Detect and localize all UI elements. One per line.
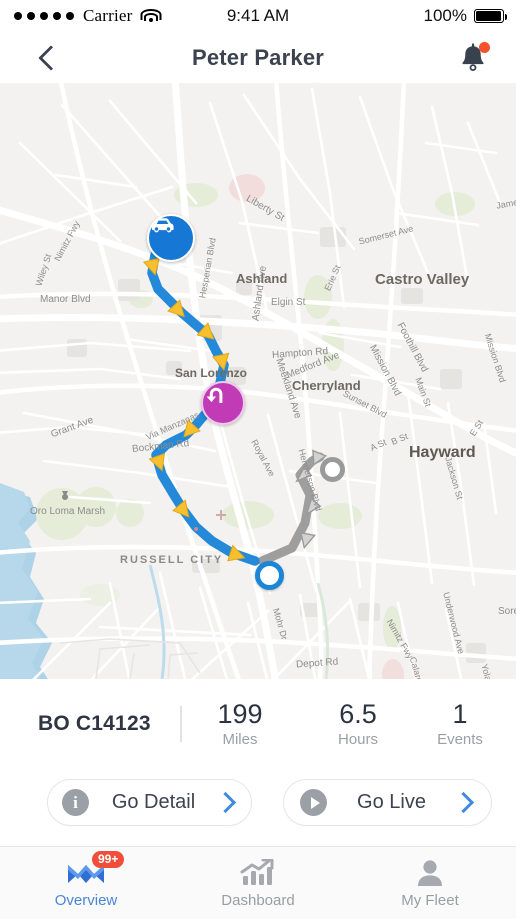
car-glyph — [152, 218, 174, 233]
stat-events: 1 Events — [430, 698, 490, 749]
route-endpoint-icon[interactable] — [255, 561, 284, 590]
action-button-row: i Go Detail Go Live — [0, 769, 516, 847]
my-fleet-person-icon — [414, 857, 446, 887]
summary-divider — [180, 706, 182, 742]
chevron-right-icon — [214, 791, 237, 814]
u-turn-marker-icon[interactable] — [201, 381, 245, 425]
go-live-label: Go Live — [357, 791, 426, 813]
u-turn-glyph — [206, 387, 223, 403]
app-screen: Carrier 9:41 AM 100% Peter Parker Castro… — [0, 0, 516, 919]
gray-endpoint-icon — [320, 457, 345, 482]
info-icon: i — [62, 789, 89, 816]
go-detail-button[interactable]: i Go Detail — [47, 779, 252, 826]
status-bar: Carrier 9:41 AM 100% — [0, 0, 516, 32]
tab-dashboard[interactable]: Dashboard — [172, 847, 344, 919]
overview-badge: 99+ — [92, 851, 125, 868]
dashboard-chart-icon — [239, 857, 277, 887]
battery-percent-label: 100% — [423, 6, 467, 25]
tab-label: Overview — [54, 892, 118, 909]
stat-value: 6.5 — [339, 698, 377, 729]
tab-my-fleet[interactable]: My Fleet — [344, 847, 516, 919]
map-base-layer — [0, 83, 516, 679]
page-title: Peter Parker — [191, 44, 325, 70]
go-live-button[interactable]: Go Live — [283, 779, 492, 826]
status-bar-right: 100% — [423, 0, 508, 32]
battery-full-icon — [474, 9, 508, 23]
map-view[interactable]: Castro Valley Hayward Ashland Cherryland… — [0, 83, 516, 679]
chevron-right-icon — [452, 791, 475, 814]
stat-miles: 199 Miles — [206, 698, 274, 749]
play-icon — [300, 789, 327, 816]
stat-label: Events — [437, 731, 483, 749]
stat-value: 199 — [217, 698, 263, 729]
bottom-tab-bar: 99+ Overview Dashboard My Fleet — [0, 846, 516, 919]
car-marker-icon[interactable] — [147, 214, 195, 262]
stat-hours: 6.5 Hours — [324, 698, 392, 749]
bell-icon[interactable] — [456, 41, 492, 75]
stat-value: 1 — [452, 698, 468, 729]
navigation-bar: Peter Parker — [0, 32, 516, 83]
vehicle-id-label: BO C14123 — [38, 712, 151, 735]
overview-infinity-icon: 99+ — [64, 851, 125, 887]
stat-label: Hours — [337, 731, 378, 749]
trip-summary-bar: BO C14123 199 Miles 6.5 Hours 1 Events — [0, 679, 516, 769]
person-glyph — [418, 860, 442, 886]
dashboard-glyph — [240, 859, 274, 885]
notification-badge-dot — [479, 41, 490, 53]
stat-label: Miles — [222, 731, 258, 749]
tab-label: Dashboard — [221, 892, 295, 909]
go-detail-label: Go Detail — [111, 791, 196, 813]
tab-overview[interactable]: 99+ Overview — [0, 847, 172, 919]
tab-label: My Fleet — [401, 892, 459, 909]
